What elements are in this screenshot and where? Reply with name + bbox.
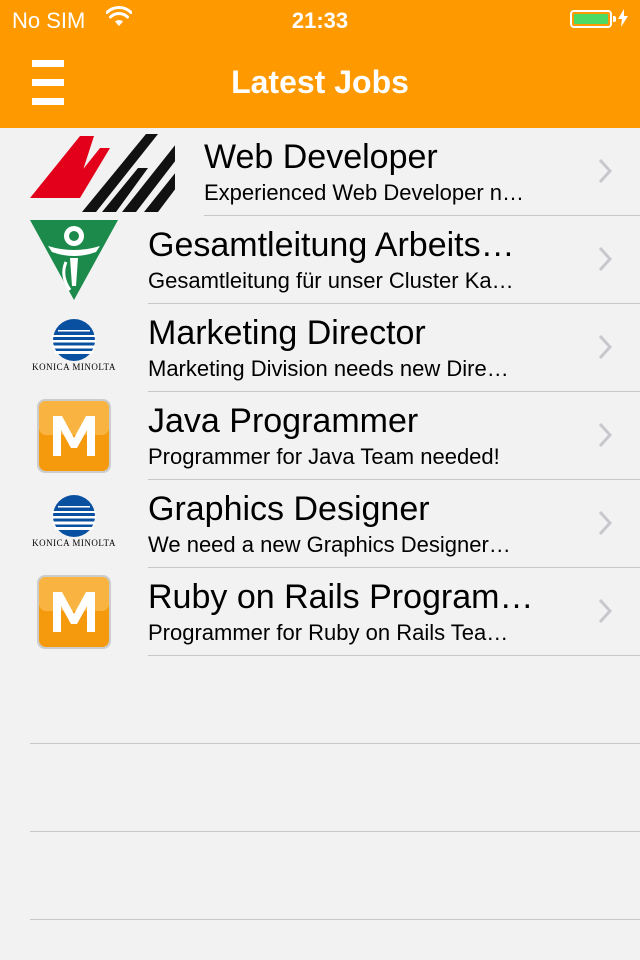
- empty-row-divider: [30, 743, 640, 744]
- list-item[interactable]: Web Developer Experienced Web Developer …: [0, 128, 640, 216]
- job-title: Marketing Director: [148, 314, 426, 352]
- job-title: Gesamtleitung Arbeits…: [148, 226, 515, 264]
- job-description: Programmer for Java Team needed!: [148, 444, 500, 469]
- list-item[interactable]: Java Programmer Programmer for Java Team…: [0, 392, 640, 480]
- list-item[interactable]: Ruby on Rails Program… Programmer for Ru…: [0, 568, 640, 656]
- battery-cap: [613, 16, 616, 22]
- page-title: Latest Jobs: [231, 64, 409, 100]
- charging-bolt-icon: [618, 9, 628, 30]
- job-description: Gesamtleitung für unser Cluster Ka…: [148, 268, 514, 293]
- chevron-right-icon: [598, 510, 613, 536]
- orange-m-logo: [36, 398, 112, 474]
- konica-minolta-logo: KONICA MINOLTA: [28, 494, 120, 556]
- list-item[interactable]: KONICA MINOLTA Marketing Director Market…: [0, 304, 640, 392]
- konica-minolta-logo: KONICA MINOLTA: [28, 318, 120, 380]
- battery-fill: [574, 14, 608, 24]
- navigation-bar: Latest Jobs: [0, 40, 640, 128]
- konica-minolta-logo-text: KONICA MINOLTA: [32, 362, 116, 372]
- job-title: Graphics Designer: [148, 490, 430, 528]
- chevron-right-icon: [598, 598, 613, 624]
- empty-row-divider: [30, 919, 640, 920]
- avm-logo: [30, 132, 176, 212]
- job-list: Web Developer Experienced Web Developer …: [0, 128, 640, 656]
- job-description: Marketing Division needs new Dire…: [148, 356, 509, 381]
- chevron-right-icon: [598, 422, 613, 448]
- orange-m-logo: [36, 574, 112, 650]
- job-title: Ruby on Rails Program…: [148, 578, 534, 616]
- job-description: Experienced Web Developer n…: [204, 180, 524, 205]
- job-description: Programmer for Ruby on Rails Tea…: [148, 620, 509, 645]
- chevron-right-icon: [598, 246, 613, 272]
- job-description: We need a new Graphics Designer…: [148, 532, 511, 557]
- clock-label: 21:33: [291, 8, 349, 33]
- empty-row-divider: [30, 831, 640, 832]
- status-bar: No SIM 21:33: [0, 0, 640, 40]
- chevron-right-icon: [598, 334, 613, 360]
- chevron-right-icon: [598, 158, 613, 184]
- row-divider: [148, 655, 640, 656]
- konica-minolta-logo-text: KONICA MINOLTA: [32, 538, 116, 548]
- job-title: Web Developer: [204, 138, 438, 176]
- job-title: Java Programmer: [148, 402, 419, 440]
- green-emblem-logo: [30, 220, 118, 300]
- battery-icon: [570, 10, 616, 28]
- list-item[interactable]: Gesamtleitung Arbeits… Gesamtleitung für…: [0, 216, 640, 304]
- list-item[interactable]: KONICA MINOLTA Graphics Designer We need…: [0, 480, 640, 568]
